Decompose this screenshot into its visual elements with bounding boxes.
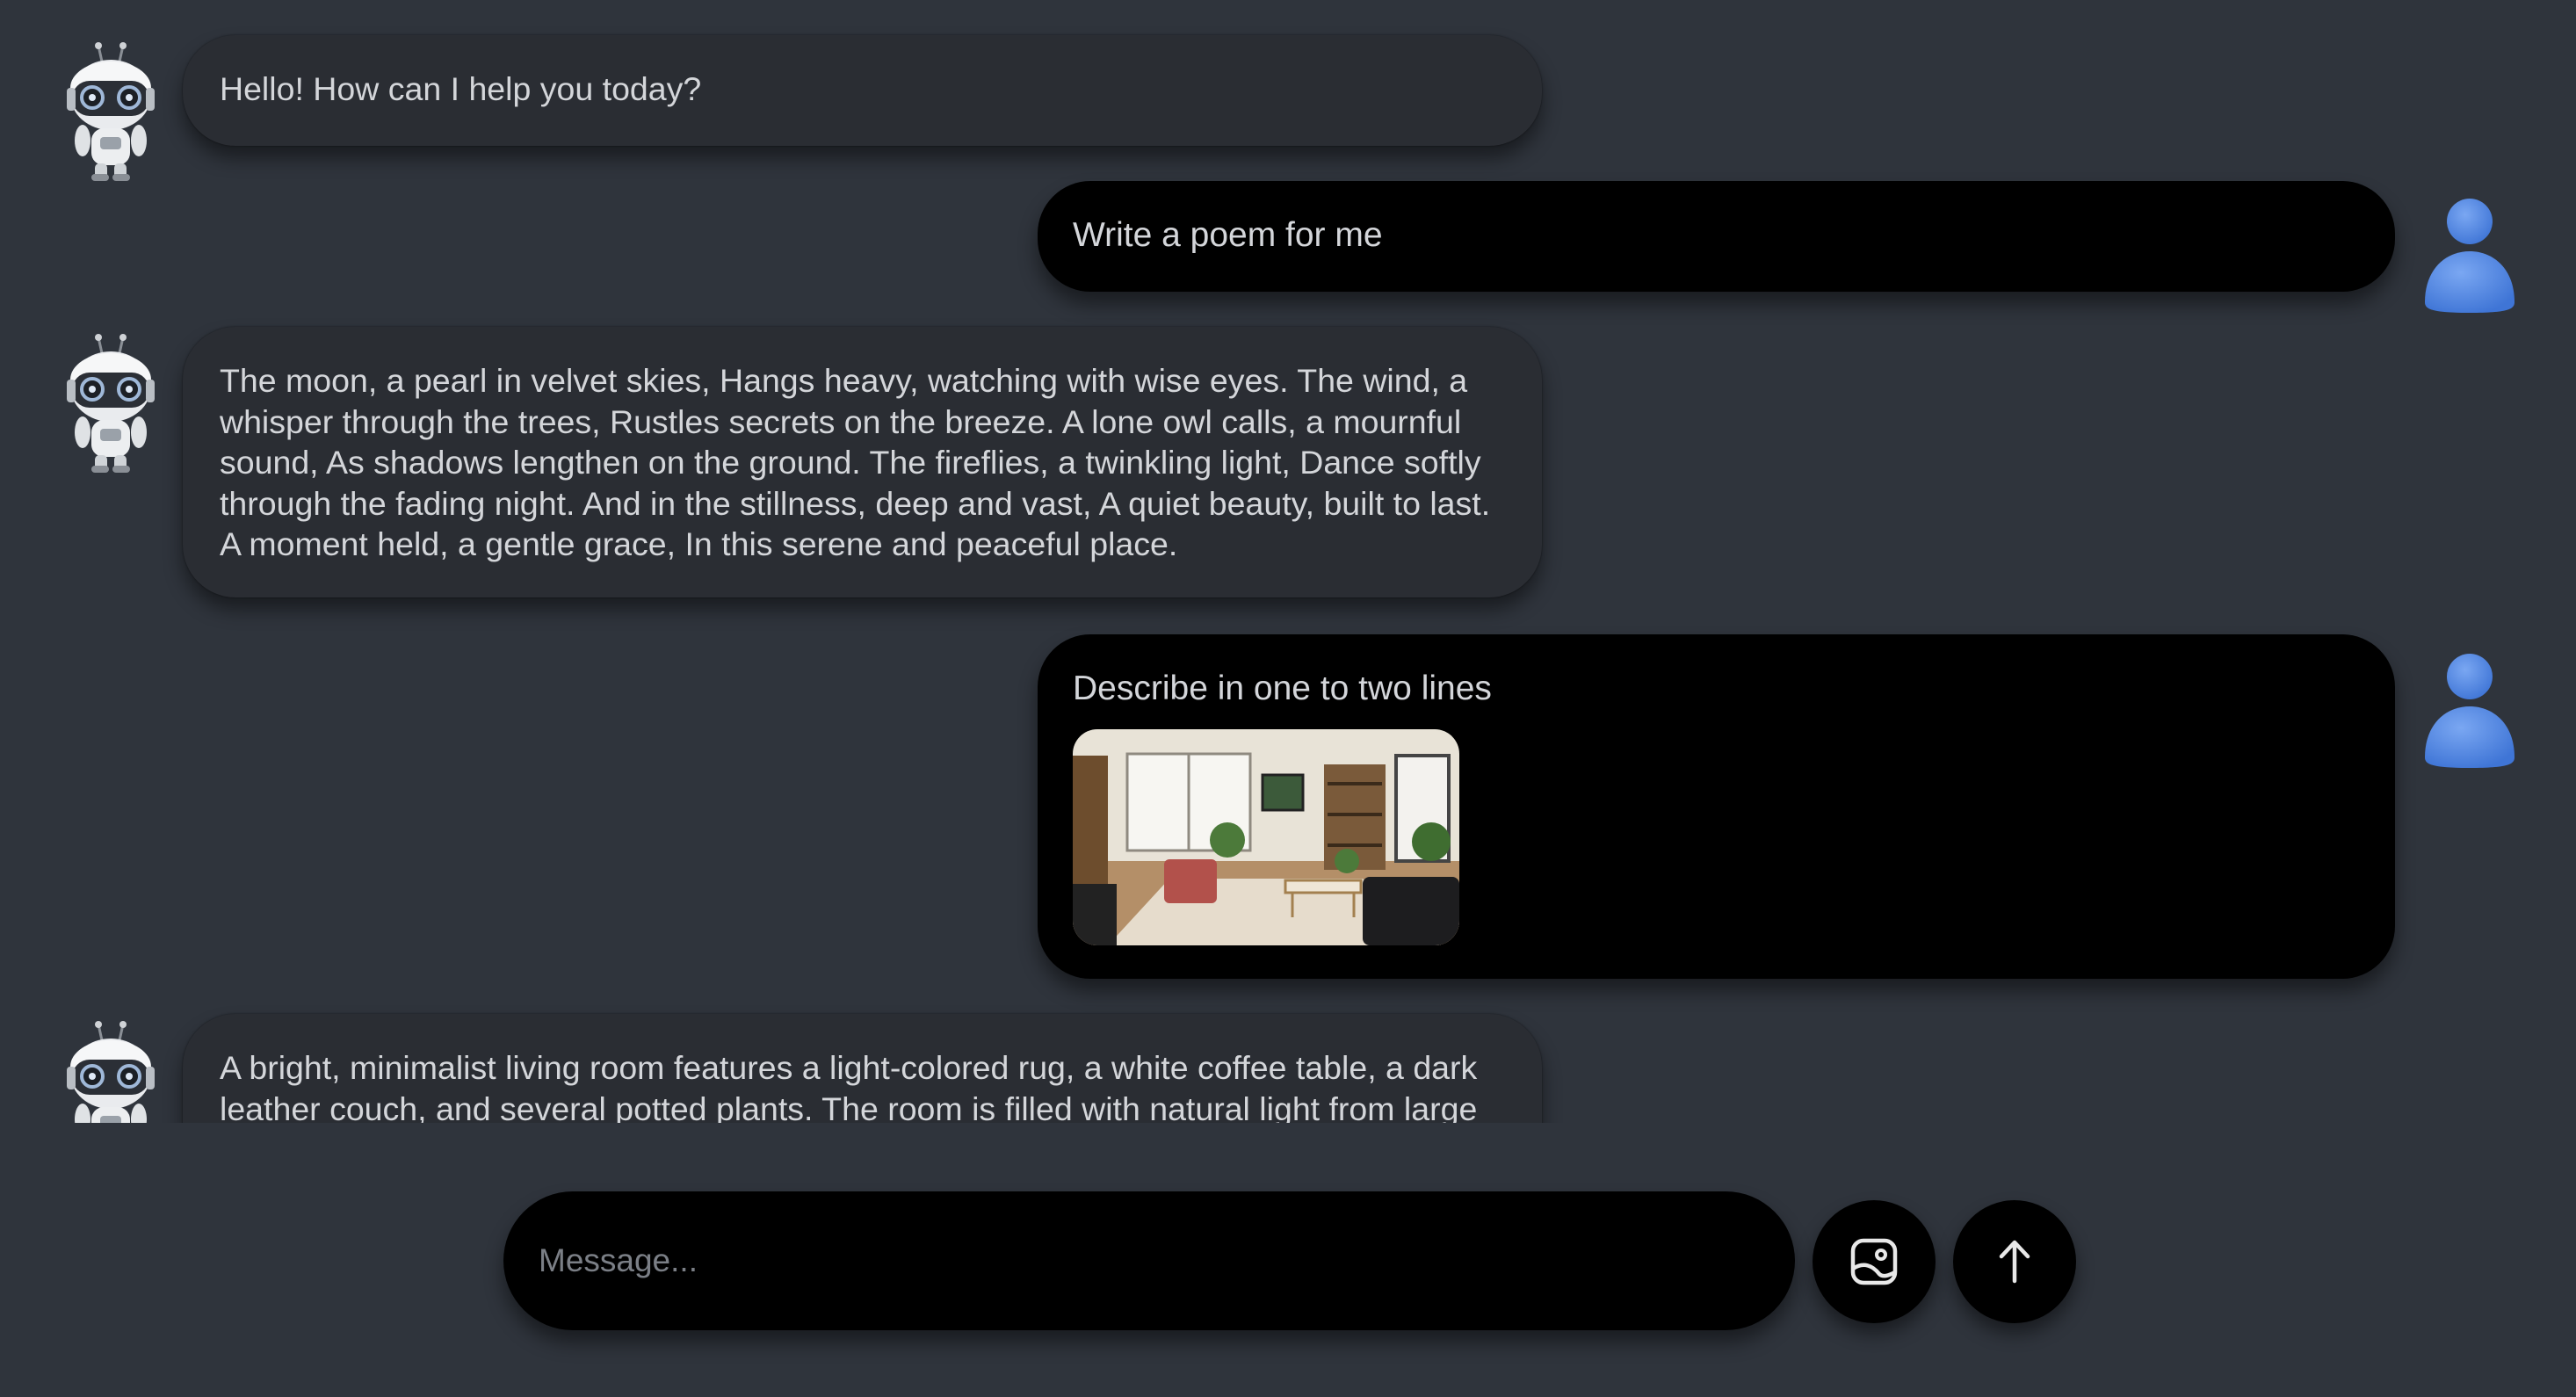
chat-thread[interactable]: Hello! How can I help you today? Write a… bbox=[0, 0, 2576, 1123]
user-message: Describe in one to two lines bbox=[1038, 634, 2395, 979]
arrow-up-icon bbox=[1999, 1240, 2030, 1284]
message-composer bbox=[503, 1191, 1795, 1330]
robot-icon bbox=[62, 334, 160, 474]
robot-icon bbox=[62, 1021, 160, 1123]
living-room-photo[interactable] bbox=[1073, 729, 1459, 945]
image-upload-icon bbox=[1850, 1238, 1898, 1285]
bot-message: A bright, minimalist living room feature… bbox=[183, 1014, 1542, 1123]
user-icon bbox=[2423, 199, 2516, 313]
message-text: Hello! How can I help you today? bbox=[220, 70, 702, 107]
send-button[interactable] bbox=[1953, 1200, 2076, 1323]
user-message: Write a poem for me bbox=[1038, 181, 2395, 292]
image-upload-button[interactable] bbox=[1813, 1200, 1936, 1323]
message-text: Write a poem for me bbox=[1073, 216, 1383, 254]
bot-message: Hello! How can I help you today? bbox=[183, 35, 1542, 146]
message-text: Describe in one to two lines bbox=[1073, 670, 1492, 707]
robot-icon bbox=[62, 42, 160, 183]
message-text: The moon, a pearl in velvet skies, Hangs… bbox=[220, 362, 1491, 562]
message-text: A bright, minimalist living room feature… bbox=[220, 1049, 1478, 1123]
user-icon bbox=[2423, 654, 2516, 768]
bot-message: The moon, a pearl in velvet skies, Hangs… bbox=[183, 327, 1542, 597]
message-input[interactable] bbox=[539, 1191, 1760, 1330]
